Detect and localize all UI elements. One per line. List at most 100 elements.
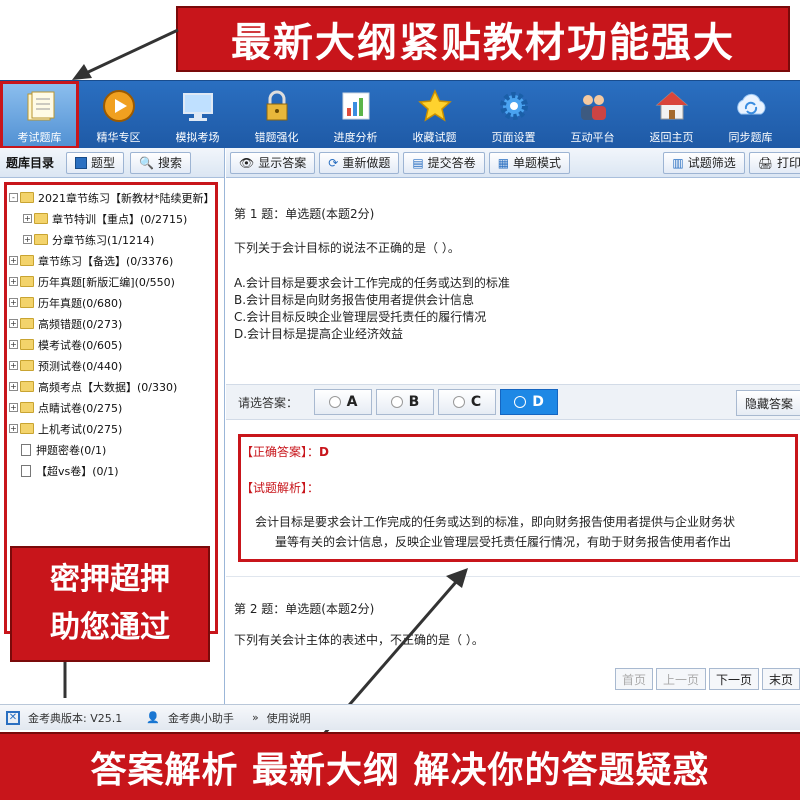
expand-toggle[interactable]: + bbox=[9, 319, 18, 328]
toolbar-item-wrong-questions[interactable]: 错题强化 bbox=[237, 81, 316, 149]
single-mode-icon: ▦ bbox=[497, 155, 510, 170]
expand-toggle[interactable]: + bbox=[9, 340, 18, 349]
users-icon bbox=[574, 87, 612, 125]
document-icon bbox=[21, 443, 31, 456]
helper-icon: 👤 bbox=[146, 711, 160, 724]
tree-item[interactable]: 【超vs卷】(0/1) bbox=[9, 460, 215, 481]
question-2-header: 第 2 题：单选题(本题2分) bbox=[234, 602, 375, 616]
filter-button[interactable]: ▥ 试题筛选 bbox=[663, 151, 745, 174]
main-toolbar: 考试题库 精华专区 模拟考场 错题强化 进度分析 收藏试题 页面设置 互动平台 … bbox=[0, 80, 800, 149]
answer-analysis-box: 【正确答案】：D 【试题解析】： 会计目标是要求会计工作完成的任务或达到的标准，… bbox=[238, 434, 798, 562]
expand-toggle[interactable]: + bbox=[23, 214, 32, 223]
toolbar-item-community[interactable]: 互动平台 bbox=[553, 81, 632, 149]
folder-icon bbox=[20, 360, 34, 371]
status-bar: ✕ 金考典版本: V25.1 👤 金考典小助手 » 使用说明 bbox=[0, 704, 800, 730]
gear-icon bbox=[495, 87, 533, 125]
bottom-promo-banner: 答案解析 最新大纲 解决你的答题疑惑 bbox=[0, 732, 800, 800]
toolbar-item-page-settings[interactable]: 页面设置 bbox=[474, 81, 553, 149]
answer-option-d[interactable]: D bbox=[500, 389, 559, 415]
expand-toggle[interactable]: + bbox=[23, 235, 32, 244]
tree-item[interactable]: + 历年真题[新版汇编](0/550) bbox=[9, 271, 215, 292]
left-promo-box: 密押超押 助您通过 bbox=[10, 546, 210, 662]
expand-toggle[interactable]: + bbox=[9, 277, 18, 286]
folder-icon bbox=[20, 192, 34, 203]
toolbar-item-exam-bank[interactable]: 考试题库 bbox=[0, 81, 79, 149]
redo-button[interactable]: ⟳ 重新做题 bbox=[319, 151, 400, 174]
folder-icon bbox=[20, 339, 34, 350]
home-icon bbox=[653, 87, 691, 125]
expand-toggle[interactable]: + bbox=[9, 361, 18, 370]
question-2: 第 2 题：单选题(本题2分) 下列有关会计主体的表述中，不正确的是（ ）。 bbox=[226, 576, 800, 649]
play-icon bbox=[100, 87, 138, 125]
tree-item[interactable]: + 点睛试卷(0/275) bbox=[9, 397, 215, 418]
search-icon: 🔍 bbox=[139, 155, 154, 170]
answer-option-a[interactable]: A bbox=[314, 389, 373, 415]
star-icon bbox=[416, 87, 454, 125]
show-answer-button[interactable]: 👁 显示答案 bbox=[230, 151, 316, 174]
refresh-icon: ⟳ bbox=[328, 155, 339, 170]
question-toolbar: 👁 显示答案 ⟳ 重新做题 ▤ 提交答卷 ▦ 单题模式 ▥ 试题筛选 🖨 打印 bbox=[226, 148, 800, 178]
answer-choice-bar: 请选答案： A B C D 隐藏答案 bbox=[226, 384, 800, 420]
manual-link[interactable]: 使用说明 bbox=[267, 710, 311, 726]
question-1-option-d: D.会计目标是提高企业经济效益 bbox=[234, 327, 404, 341]
left-promo-line1: 密押超押 bbox=[50, 562, 170, 597]
last-page-button[interactable]: 末页 bbox=[761, 668, 800, 690]
correct-answer-line: 【正确答案】：D bbox=[241, 443, 795, 461]
question-1-stem: 下列关于会计目标的说法不正确的是（ ）。 bbox=[234, 241, 460, 255]
toolbar-item-favorites[interactable]: 收藏试题 bbox=[395, 81, 474, 149]
folder-icon bbox=[20, 402, 34, 413]
helper-link[interactable]: 金考典小助手 bbox=[168, 710, 234, 726]
lock-icon bbox=[258, 87, 296, 125]
close-icon[interactable]: ✕ bbox=[6, 710, 20, 725]
correct-answer-label: 【正确答案】： bbox=[241, 445, 320, 459]
tree-item[interactable]: 押题密卷(0/1) bbox=[9, 439, 215, 460]
tree-item[interactable]: + 分章节练习(1/1214) bbox=[9, 229, 215, 250]
left-promo-line2: 助您通过 bbox=[50, 610, 170, 645]
hide-answer-button[interactable]: 隐藏答案 bbox=[735, 390, 800, 416]
print-button[interactable]: 🖨 打印 bbox=[748, 151, 800, 174]
chart-icon bbox=[337, 87, 375, 125]
answer-option-c[interactable]: C bbox=[438, 389, 497, 415]
sync-icon bbox=[732, 87, 770, 125]
single-mode-button[interactable]: ▦ 单题模式 bbox=[488, 151, 571, 174]
question-panel: 👁 显示答案 ⟳ 重新做题 ▤ 提交答卷 ▦ 单题模式 ▥ 试题筛选 🖨 打印 … bbox=[226, 148, 800, 735]
question-2-stem: 下列有关会计主体的表述中，不正确的是（ ）。 bbox=[234, 633, 484, 647]
tree-item[interactable]: + 历年真题(0/680) bbox=[9, 292, 215, 313]
folder-icon bbox=[20, 423, 34, 434]
collapse-toggle[interactable]: - bbox=[9, 193, 18, 202]
question-type-button[interactable]: 题型 bbox=[66, 151, 125, 174]
expand-toggle[interactable]: + bbox=[9, 403, 18, 412]
analysis-label: 【试题解析】： bbox=[241, 481, 320, 495]
toolbar-item-mock-exam[interactable]: 模拟考场 bbox=[158, 81, 237, 149]
radio-icon bbox=[514, 396, 527, 408]
folder-icon bbox=[20, 297, 34, 308]
monitor-icon bbox=[179, 87, 217, 125]
tree-item[interactable]: + 模考试卷(0/605) bbox=[9, 334, 215, 355]
top-promo-box: 最新大纲紧贴教材功能强大 bbox=[176, 6, 790, 72]
submit-button[interactable]: ▤ 提交答卷 bbox=[403, 151, 485, 174]
toolbar-item-sync[interactable]: 同步题库 bbox=[711, 81, 790, 149]
toolbar-item-featured[interactable]: 精华专区 bbox=[79, 81, 158, 149]
expand-toggle[interactable]: + bbox=[9, 256, 18, 265]
toolbar-item-progress[interactable]: 进度分析 bbox=[316, 81, 395, 149]
folder-icon bbox=[20, 318, 34, 329]
next-page-button[interactable]: 下一页 bbox=[708, 668, 759, 690]
first-page-button[interactable]: 首页 bbox=[614, 668, 653, 690]
search-button[interactable]: 🔍 搜索 bbox=[130, 151, 191, 174]
expand-toggle[interactable]: + bbox=[9, 382, 18, 391]
toolbar-item-home[interactable]: 返回主页 bbox=[632, 81, 711, 149]
expand-toggle[interactable]: + bbox=[9, 424, 18, 433]
tree-item[interactable]: - 2021章节练习【新教材*陆续更新】 bbox=[9, 187, 215, 208]
tree-item[interactable]: + 高频错题(0/273) bbox=[9, 313, 215, 334]
tree-item[interactable]: + 章节练习【备选】(0/3376) bbox=[9, 250, 215, 271]
tree-item[interactable]: + 章节特训【重点】(0/2715) bbox=[9, 208, 215, 229]
prev-page-button[interactable]: 上一页 bbox=[655, 668, 706, 690]
tree-item[interactable]: + 高频考点【大数据】(0/330) bbox=[9, 376, 215, 397]
tree-item[interactable]: + 上机考试(0/275) bbox=[9, 418, 215, 439]
answer-option-b[interactable]: B bbox=[376, 389, 435, 415]
tree-item[interactable]: + 预测试卷(0/440) bbox=[9, 355, 215, 376]
expand-toggle[interactable]: + bbox=[9, 298, 18, 307]
folder-icon bbox=[20, 255, 34, 266]
list-icon bbox=[75, 156, 88, 169]
sidebar-header: 题库目录 题型 🔍 搜索 bbox=[0, 148, 224, 178]
